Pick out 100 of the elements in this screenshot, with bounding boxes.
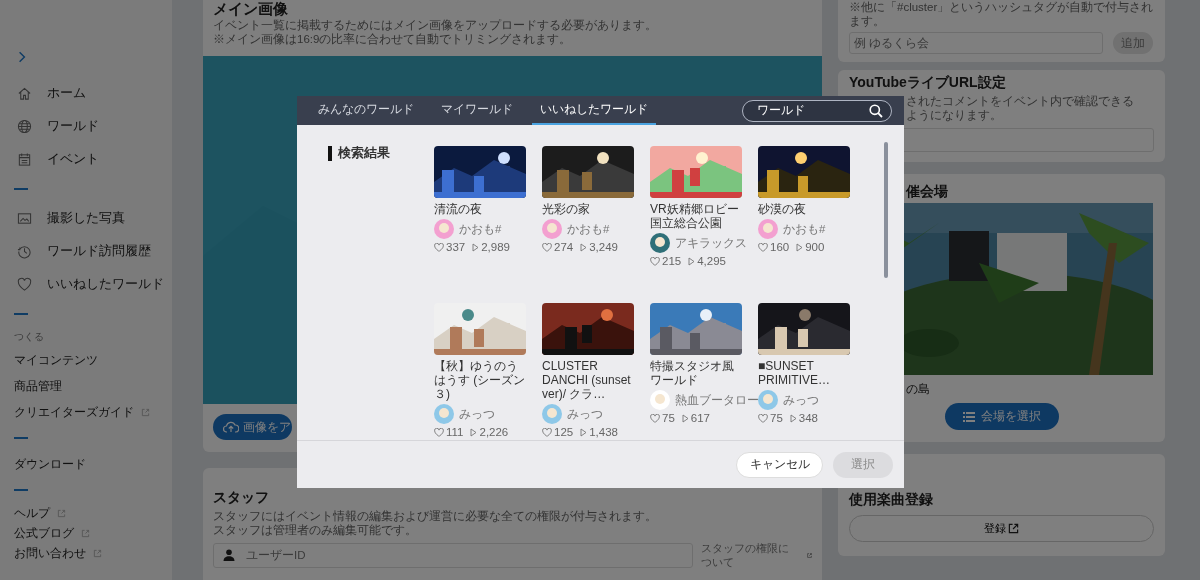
home-icon <box>17 86 32 101</box>
play-icon <box>688 256 696 266</box>
play-count: 348 <box>798 412 818 424</box>
nav-item[interactable]: お問い合わせ <box>14 543 102 563</box>
nav-item[interactable]: ホーム <box>14 77 86 110</box>
author-name: みっつ <box>459 406 495 422</box>
search-field[interactable]: ワールド <box>742 99 892 122</box>
external-link-icon <box>141 407 150 417</box>
nav-item[interactable]: ワールド訪問履歴 <box>14 235 151 268</box>
nav-item[interactable]: ダウンロード <box>14 451 86 477</box>
search-icon[interactable] <box>869 103 883 118</box>
heart-icon <box>650 256 660 266</box>
author-name: 熱血ブータロー <box>675 392 759 408</box>
play-count: 1,438 <box>589 426 618 438</box>
world-title[interactable]: CLUSTER DANCHI (sunset ver)/ クラ… <box>542 359 634 401</box>
world-title[interactable]: 光彩の家 <box>542 202 634 216</box>
calendar-icon <box>17 152 32 167</box>
select-venue-button[interactable]: 会場を選択 <box>944 403 1059 430</box>
avatar-icon <box>650 390 670 410</box>
cancel-button[interactable]: キャンセル <box>736 451 823 478</box>
play-count: 2,989 <box>481 241 510 253</box>
world-title[interactable]: 【秋】ゆうのうはうす (シーズン３) <box>434 359 526 401</box>
like-count: 75 <box>770 412 783 424</box>
heart-icon <box>542 427 552 437</box>
heart-icon <box>758 413 768 423</box>
play-count: 900 <box>805 241 825 253</box>
section-title: スタッフ <box>213 488 269 506</box>
scrollbar[interactable] <box>884 142 888 278</box>
register-button[interactable]: 登録 <box>849 515 1154 542</box>
world-title[interactable]: 清流の夜 <box>434 202 526 216</box>
description-text: されたコメントをイベント内で確認できるようになります。 <box>906 94 1135 122</box>
nav-item[interactable]: 商品管理 <box>14 373 62 399</box>
avatar-icon <box>758 390 778 410</box>
external-link-icon <box>81 528 90 538</box>
heart-icon <box>17 277 32 292</box>
heart-icon <box>434 242 444 252</box>
avatar-icon <box>434 404 454 424</box>
venue-name: の島 <box>906 381 931 397</box>
author-name: みっつ <box>567 406 603 422</box>
description-text: イベント一覧に掲載するためにはメイン画像をアップロードする必要があります。 <box>212 18 658 32</box>
hashtag-field[interactable]: 例 ゆるくら会 <box>849 32 1103 54</box>
author-name: みっつ <box>783 392 819 408</box>
like-count: 75 <box>662 412 675 424</box>
world-title[interactable]: 砂漠の夜 <box>758 202 850 216</box>
play-count: 617 <box>690 412 710 424</box>
user-icon <box>223 548 235 561</box>
list-icon <box>962 411 975 422</box>
tab[interactable]: いいねしたワールド <box>532 96 656 125</box>
world-title[interactable]: ■SUNSET PRIMITIVE… <box>758 359 850 387</box>
nav-item[interactable]: ワールド <box>14 110 99 143</box>
nav-item[interactable]: 公式ブログ <box>14 523 90 543</box>
external-link-icon <box>57 508 66 518</box>
user-id-field[interactable]: ユーザーID <box>213 542 693 568</box>
like-count: 160 <box>770 241 790 253</box>
world-title[interactable]: 特撮スタジオ風ワールド <box>650 359 742 387</box>
author-name: かおも# <box>459 221 502 237</box>
tab[interactable]: マイワールド <box>433 96 521 125</box>
expand-icon[interactable] <box>18 51 26 63</box>
world-title[interactable]: VR妖精郷ロビー国立総合公園 <box>650 202 742 230</box>
nav-item[interactable]: 撮影した写真 <box>14 202 125 235</box>
like-count: 215 <box>662 255 682 267</box>
play-count: 4,295 <box>697 255 726 267</box>
nav-item[interactable]: イベント <box>14 143 99 176</box>
like-count: 125 <box>554 426 574 438</box>
play-icon <box>796 242 804 252</box>
author-name: かおも# <box>567 221 610 237</box>
nav-item[interactable]: いいねしたワールド <box>14 268 164 301</box>
play-icon <box>472 242 480 252</box>
like-count: 274 <box>554 241 574 253</box>
play-icon <box>580 242 588 252</box>
section-title: 催会場 <box>906 182 949 200</box>
description-text: ※メイン画像は16:9の比率に合わせて自動でトリミングされます。 <box>212 32 573 46</box>
avatar-icon <box>542 219 562 239</box>
section-title: メイン画像 <box>212 0 289 18</box>
like-count: 337 <box>446 241 466 253</box>
author-name: アキラックス <box>675 235 747 251</box>
avatar-icon <box>758 219 778 239</box>
nav-item[interactable]: ヘルプ <box>14 503 66 523</box>
upload-icon <box>223 421 239 433</box>
play-icon <box>470 427 478 437</box>
external-link-icon <box>1008 523 1019 534</box>
avatar-icon <box>542 404 562 424</box>
upload-image-button[interactable]: 画像をア <box>213 414 292 440</box>
avatar-icon <box>650 233 670 253</box>
history-icon <box>17 244 32 259</box>
play-icon <box>789 413 797 423</box>
heart-icon <box>650 413 660 423</box>
description-text: スタッフは管理者のみ編集可能です。 <box>213 523 418 537</box>
nav-item[interactable]: クリエイターズガイド <box>14 399 150 425</box>
nav-item[interactable]: マイコンテンツ <box>14 347 98 373</box>
tab[interactable]: みんなのワールド <box>310 96 422 125</box>
note-text: ※他に「#cluster」というハッシュタグが自動で付与されます。 <box>849 0 1154 28</box>
section-title: YouTubeライブURL設定 <box>849 73 1007 91</box>
play-count: 2,226 <box>479 426 509 438</box>
play-icon <box>580 427 588 437</box>
external-link-icon <box>93 548 102 558</box>
avatar-icon <box>434 219 454 239</box>
heart-icon <box>542 242 552 252</box>
photo-icon <box>17 211 32 226</box>
heart-icon <box>758 242 768 252</box>
